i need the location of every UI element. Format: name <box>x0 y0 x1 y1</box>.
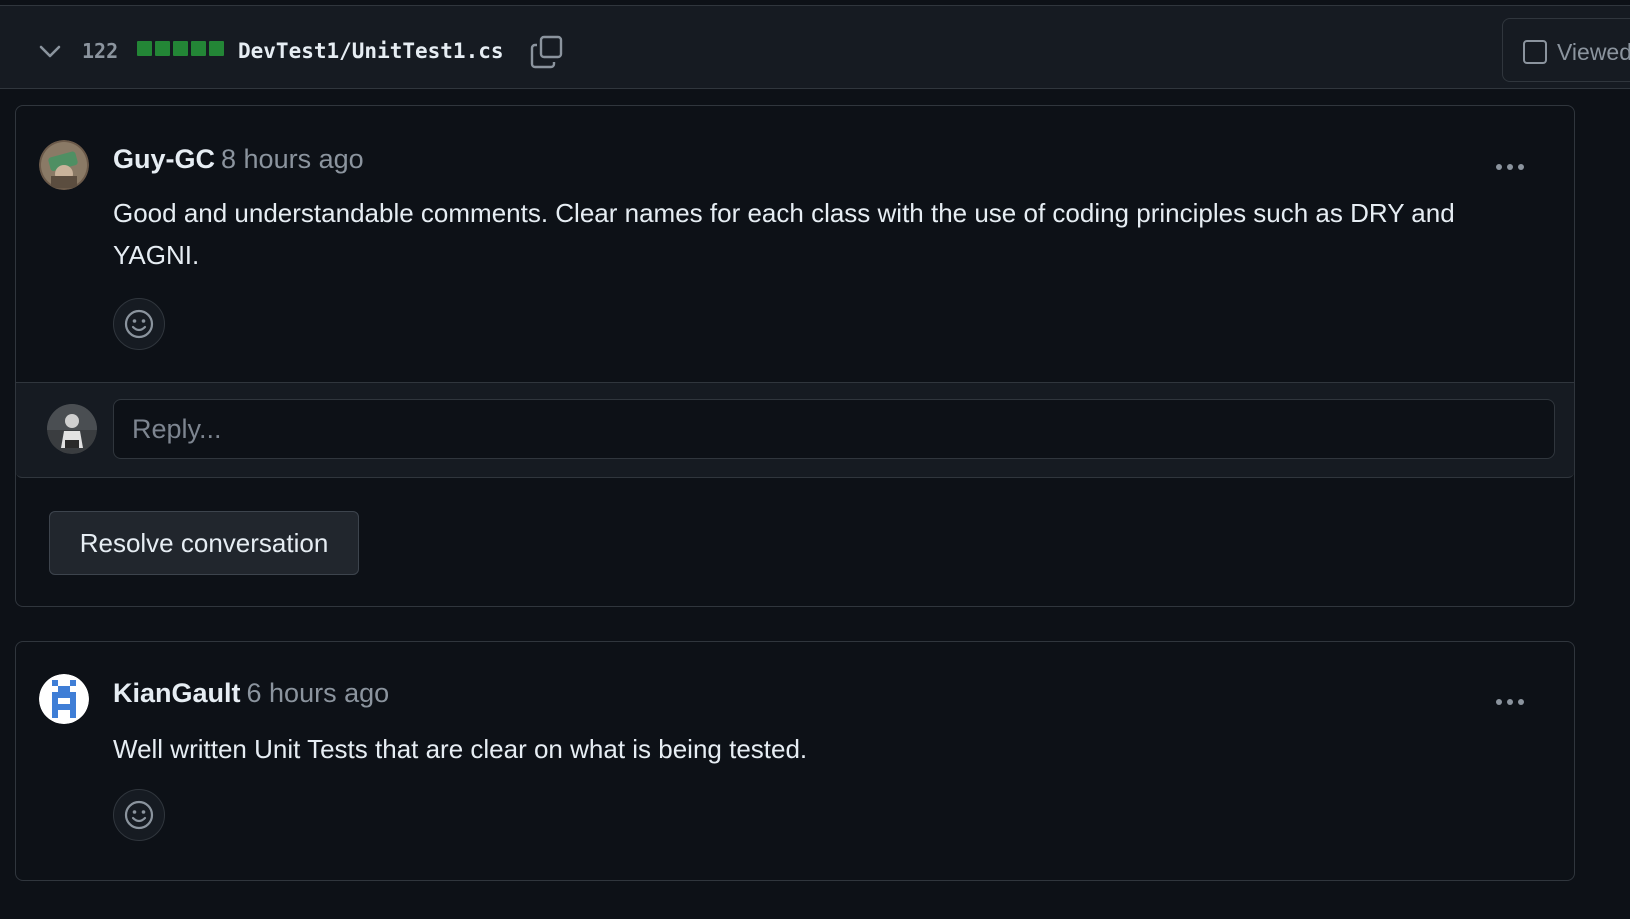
comment-author[interactable]: KianGault <box>113 678 241 708</box>
viewed-label: Viewed <box>1557 39 1630 65</box>
review-thread: Guy-GC 8 hours ago Good and understandabl… <box>15 105 1575 607</box>
add-reaction-button[interactable] <box>113 298 165 350</box>
comment-author-line: Guy-GC 8 hours ago <box>113 144 364 175</box>
diff-count: 122 <box>82 39 119 63</box>
viewed-toggle[interactable]: Viewed <box>1502 18 1630 82</box>
comment-body: Good and understandable comments. Clear … <box>113 198 1455 270</box>
diffstat-block <box>191 41 206 56</box>
diffstat <box>137 41 224 56</box>
avatar-image <box>39 140 89 190</box>
diffstat-block <box>137 41 152 56</box>
avatar[interactable] <box>39 140 89 190</box>
reply-input[interactable] <box>113 399 1555 459</box>
chevron-down-icon[interactable] <box>38 42 62 62</box>
diffstat-block <box>209 41 224 56</box>
smiley-icon <box>124 309 154 339</box>
review-comment: KianGault 6 hours ago Well written Unit T… <box>16 642 1574 919</box>
diffstat-block <box>173 41 188 56</box>
reply-row <box>16 382 1574 478</box>
comment-author[interactable]: Guy-GC <box>113 144 215 174</box>
review-thread: KianGault 6 hours ago Well written Unit T… <box>15 641 1575 881</box>
review-comment: Guy-GC 8 hours ago Good and understandabl… <box>16 106 1574 383</box>
diffstat-block <box>155 41 170 56</box>
avatar-image <box>39 674 89 724</box>
file-header: 122 DevTest1/UnitTest1.cs Viewed <box>0 5 1630 89</box>
smiley-icon <box>124 800 154 830</box>
comment-timestamp[interactable]: 6 hours ago <box>247 678 390 708</box>
file-path-link[interactable]: DevTest1/UnitTest1.cs <box>238 39 504 63</box>
checkbox-icon[interactable] <box>1523 40 1547 64</box>
more-options-icon[interactable] <box>1496 692 1536 705</box>
resolve-conversation-button[interactable]: Resolve conversation <box>49 511 359 575</box>
avatar-image <box>47 404 97 454</box>
add-reaction-button[interactable] <box>113 789 165 841</box>
comment-author-line: KianGault 6 hours ago <box>113 678 389 709</box>
more-options-icon[interactable] <box>1496 157 1536 170</box>
avatar[interactable] <box>39 674 89 724</box>
comment-timestamp[interactable]: 8 hours ago <box>221 144 364 174</box>
copy-icon[interactable] <box>530 35 564 69</box>
avatar <box>47 404 97 454</box>
comment-body: Well written Unit Tests that are clear o… <box>113 734 808 764</box>
